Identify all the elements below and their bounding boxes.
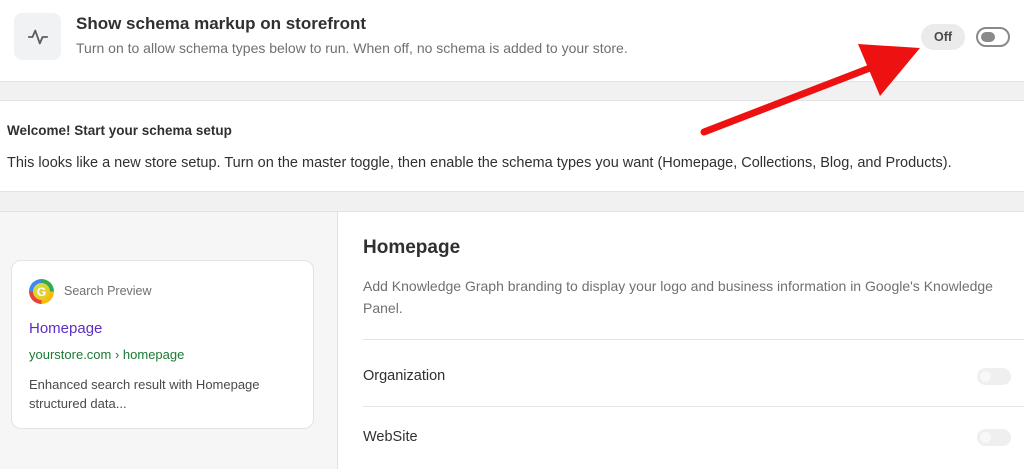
master-description: Turn on to allow schema types below to r… — [76, 40, 628, 56]
preview-result-description: Enhanced search result with Homepage str… — [29, 377, 260, 411]
toggle-knob — [980, 371, 991, 382]
master-toggle-switch[interactable] — [976, 27, 1010, 47]
welcome-title: Welcome! Start your schema setup — [7, 123, 232, 138]
activity-pulse-icon — [14, 13, 61, 60]
schema-row-label-website: WebSite — [363, 429, 418, 445]
preview-panel: G Search Preview Homepage yourstore.com … — [0, 211, 337, 469]
annotation-arrow-icon — [700, 44, 920, 136]
toggle-knob — [981, 32, 995, 42]
google-logo-letter: G — [33, 283, 50, 300]
section-description: Add Knowledge Graph branding to display … — [363, 278, 993, 316]
welcome-text: This looks like a new store setup. Turn … — [7, 155, 952, 171]
search-preview-card: G Search Preview Homepage yourstore.com … — [11, 260, 314, 429]
homepage-schema-section: Homepage Add Knowledge Graph branding to… — [337, 211, 1024, 469]
organization-toggle[interactable] — [977, 368, 1011, 385]
search-preview-label: Search Preview — [64, 284, 152, 298]
section-title: Homepage — [363, 237, 461, 258]
schema-row-label-organization: Organization — [363, 368, 446, 384]
toggle-knob — [980, 432, 991, 443]
preview-result-url: yourstore.com › homepage — [29, 347, 185, 362]
website-toggle[interactable] — [977, 429, 1011, 446]
preview-result-title: Homepage — [29, 320, 103, 337]
divider — [363, 406, 1024, 407]
master-title: Show schema markup on storefront — [76, 14, 366, 33]
divider — [363, 339, 1024, 340]
google-logo-icon: G — [29, 279, 54, 304]
